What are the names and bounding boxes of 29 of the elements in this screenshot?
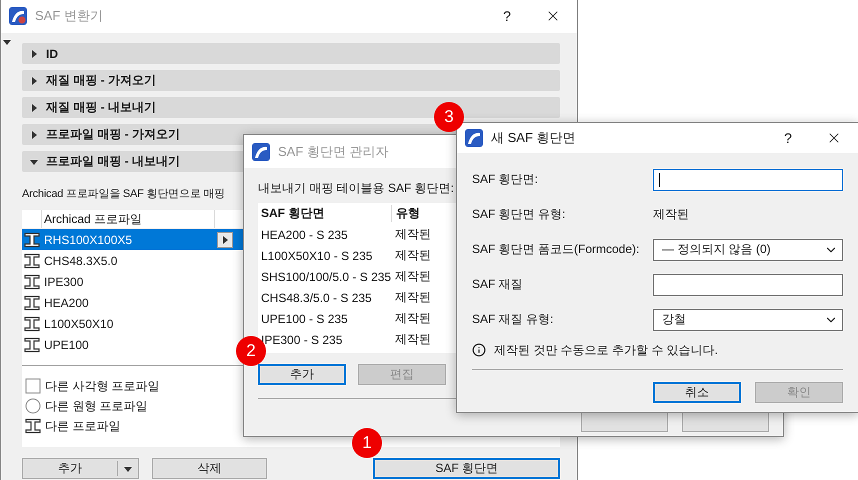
window-title: SAF 횡단면 관리자 xyxy=(278,142,390,160)
column-header: Archicad 프로파일 xyxy=(41,210,215,228)
table-cell-text: 제작된 xyxy=(394,247,431,264)
table-cell-text: L100X50X10 - S 235 xyxy=(260,248,374,262)
option-label: 다른 원형 프로파일 xyxy=(45,398,148,414)
table-caption: 내보내기 매핑 테이블용 SAF 횡단면: xyxy=(258,180,456,197)
table-cell-text: CHS48.3/5.0 - S 235 xyxy=(260,290,373,304)
field-label: SAF 횡단면: xyxy=(472,171,540,188)
field-label: SAF 횡단면 폼코드(Formcode): xyxy=(472,241,640,258)
window-title: 새 SAF 횡단면 xyxy=(491,129,577,147)
table-cell-text: 제작된 xyxy=(394,289,431,306)
table-cell-text: 제작된 xyxy=(394,268,431,285)
column-header: 유형 xyxy=(391,205,420,222)
table-cell-text: 제작된 xyxy=(394,310,431,327)
field-value: 제작된 xyxy=(653,206,689,223)
info-text: 제작된 것만 수동으로 추가할 수 있습니다. xyxy=(494,342,718,358)
table-cell-text: 제작된 xyxy=(394,331,431,348)
table-cell-text: 제작된 xyxy=(394,226,431,243)
option-label: 다른 프로파일 xyxy=(45,418,120,434)
table-cell-text: SHS100/100/5.0 - S 235 xyxy=(260,270,391,284)
window-title: SAF 변환기 xyxy=(35,7,104,25)
description-text: Archicad 프로파일을 SAF 횡단면으로 매핑 xyxy=(22,187,226,202)
table-cell-text: UPE100 - S 235 xyxy=(260,312,349,326)
table-cell-text: HEA200 - S 235 xyxy=(260,228,349,242)
column-header: SAF 횡단면 xyxy=(260,205,326,222)
field-label: SAF 횡단면 유형: xyxy=(472,206,566,223)
field-label: SAF 재질 유형: xyxy=(472,311,554,328)
field-label: SAF 재질 xyxy=(472,276,524,293)
option-label: 다른 사각형 프로파일 xyxy=(45,378,160,394)
